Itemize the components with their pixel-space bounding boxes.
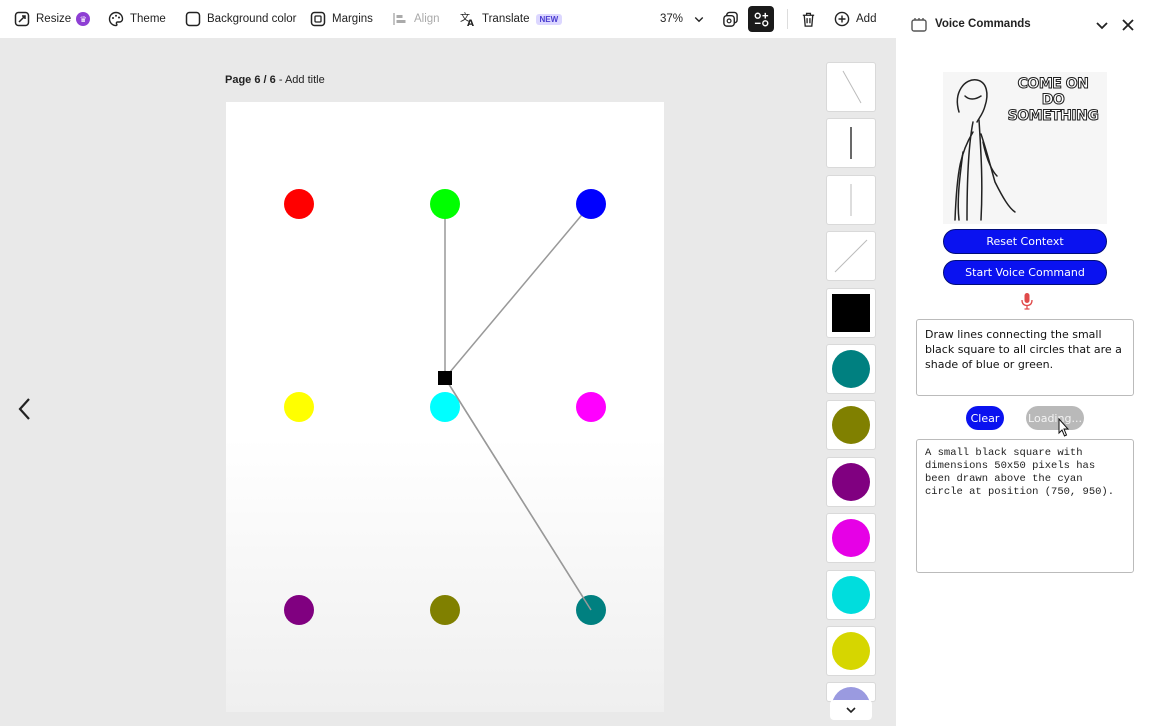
connector-line[interactable] <box>444 203 592 379</box>
align-icon <box>393 13 406 25</box>
chevron-left-icon[interactable] <box>14 395 36 423</box>
canvas-circle[interactable] <box>430 189 460 219</box>
square-swatch <box>832 293 870 332</box>
add-title-link[interactable]: Add title <box>285 74 325 86</box>
clear-button[interactable]: Clear <box>966 406 1004 430</box>
circle-swatch <box>832 350 870 388</box>
margins-icon <box>310 11 326 27</box>
chevron-down-icon <box>694 17 704 23</box>
shape-tile-square[interactable] <box>826 287 876 338</box>
copy-style-button[interactable] <box>717 6 743 32</box>
crown-icon: ♛ <box>76 12 91 26</box>
palette-icon <box>108 11 124 27</box>
background-color-icon <box>185 11 201 27</box>
circle-swatch <box>832 462 870 501</box>
connector-line[interactable] <box>444 377 592 611</box>
strip-scroll-down-button[interactable] <box>830 700 872 720</box>
start-voice-command-button[interactable]: Start Voice Command <box>943 260 1107 285</box>
translate-icon: 文A <box>460 11 474 27</box>
plugin-icon <box>754 12 768 26</box>
copy-style-icon <box>722 11 738 27</box>
svg-text:A: A <box>467 19 474 27</box>
shape-tile-circle[interactable] <box>826 400 876 451</box>
canvas-square[interactable] <box>438 371 452 385</box>
zoom-dropdown[interactable]: 37% <box>660 0 705 38</box>
delete-button[interactable] <box>795 6 821 32</box>
toolbar-divider <box>787 9 788 29</box>
add-label: Add <box>856 13 877 25</box>
diagonal-line-icon <box>842 70 862 104</box>
circle-swatch <box>832 406 870 445</box>
chevron-down-icon <box>846 707 856 714</box>
response-output[interactable] <box>916 439 1134 573</box>
shape-tile-circle[interactable] <box>826 626 876 676</box>
chevron-down-icon[interactable] <box>1093 16 1111 34</box>
vertical-line-icon <box>850 127 852 160</box>
shape-tile-circle[interactable] <box>826 569 876 620</box>
canvas-circle[interactable] <box>576 392 606 422</box>
reset-context-button[interactable]: Reset Context <box>943 229 1107 254</box>
design-page[interactable] <box>226 102 664 712</box>
page-number: Page 6 / 6 <box>225 74 276 86</box>
plus-circle-icon <box>834 11 850 27</box>
shape-tile-line-diagonal-down[interactable] <box>826 62 876 112</box>
margins-button[interactable]: Margins <box>310 0 373 38</box>
panel-header: Voice Commands <box>896 0 1150 48</box>
canvas-circle[interactable] <box>430 392 460 422</box>
background-color-label: Background color <box>207 13 297 25</box>
command-input[interactable] <box>916 319 1134 396</box>
canvas-circle[interactable] <box>284 392 314 422</box>
translate-button[interactable]: 文A Translate NEW <box>460 0 563 38</box>
page-label-separator: - <box>275 74 285 86</box>
zoom-value: 37% <box>660 13 684 25</box>
theme-button[interactable]: Theme <box>108 0 166 38</box>
shape-tile-line-vertical-thin[interactable] <box>826 174 876 225</box>
shape-tile-line-diagonal-up[interactable] <box>826 231 876 282</box>
panel-title: Voice Commands <box>935 18 1031 30</box>
canvas-circle[interactable] <box>284 189 314 219</box>
shape-tile-circle[interactable] <box>826 513 876 564</box>
circle-swatch <box>832 519 870 558</box>
voice-commands-panel: Voice Commands COME ON DO SOMETHING Rese… <box>896 0 1150 726</box>
microphone-icon[interactable] <box>1020 292 1034 310</box>
new-badge: NEW <box>535 13 563 25</box>
meme-image: COME ON DO SOMETHING <box>943 72 1107 224</box>
page-label: Page 6 / 6 - Add title <box>225 74 325 86</box>
resize-icon <box>14 11 30 27</box>
align-button[interactable]: Align <box>392 0 440 38</box>
translate-label: Translate <box>482 13 530 25</box>
vertical-line-icon <box>850 183 852 216</box>
circle-swatch <box>832 632 870 670</box>
meme-caption: COME ON DO SOMETHING <box>1007 76 1099 125</box>
add-button[interactable]: Add <box>834 0 876 38</box>
close-icon[interactable] <box>1119 16 1137 34</box>
canvas-circle[interactable] <box>576 189 606 219</box>
page-drawing <box>284 189 606 625</box>
align-label: Align <box>414 13 440 25</box>
diagonal-line-icon <box>834 239 868 273</box>
plugin-app-icon <box>911 18 927 32</box>
shape-tile-circle[interactable] <box>826 344 876 394</box>
resize-button[interactable]: Resize ♛ <box>14 0 91 38</box>
plugin-button[interactable] <box>748 6 774 32</box>
loading-button[interactable]: Loading... <box>1026 406 1084 430</box>
margins-label: Margins <box>332 13 373 25</box>
background-color-button[interactable]: Background color <box>185 0 297 38</box>
trash-icon <box>802 12 814 27</box>
canvas-circle[interactable] <box>430 595 460 625</box>
canvas-circle[interactable] <box>284 595 314 625</box>
circle-swatch <box>832 575 870 614</box>
shape-tile-circle[interactable] <box>826 456 876 507</box>
shape-tile-line-vertical-thick[interactable] <box>826 118 876 169</box>
top-toolbar: Resize ♛ Theme Background color Margins … <box>0 0 896 38</box>
resize-label: Resize <box>36 13 72 25</box>
theme-label: Theme <box>130 13 166 25</box>
